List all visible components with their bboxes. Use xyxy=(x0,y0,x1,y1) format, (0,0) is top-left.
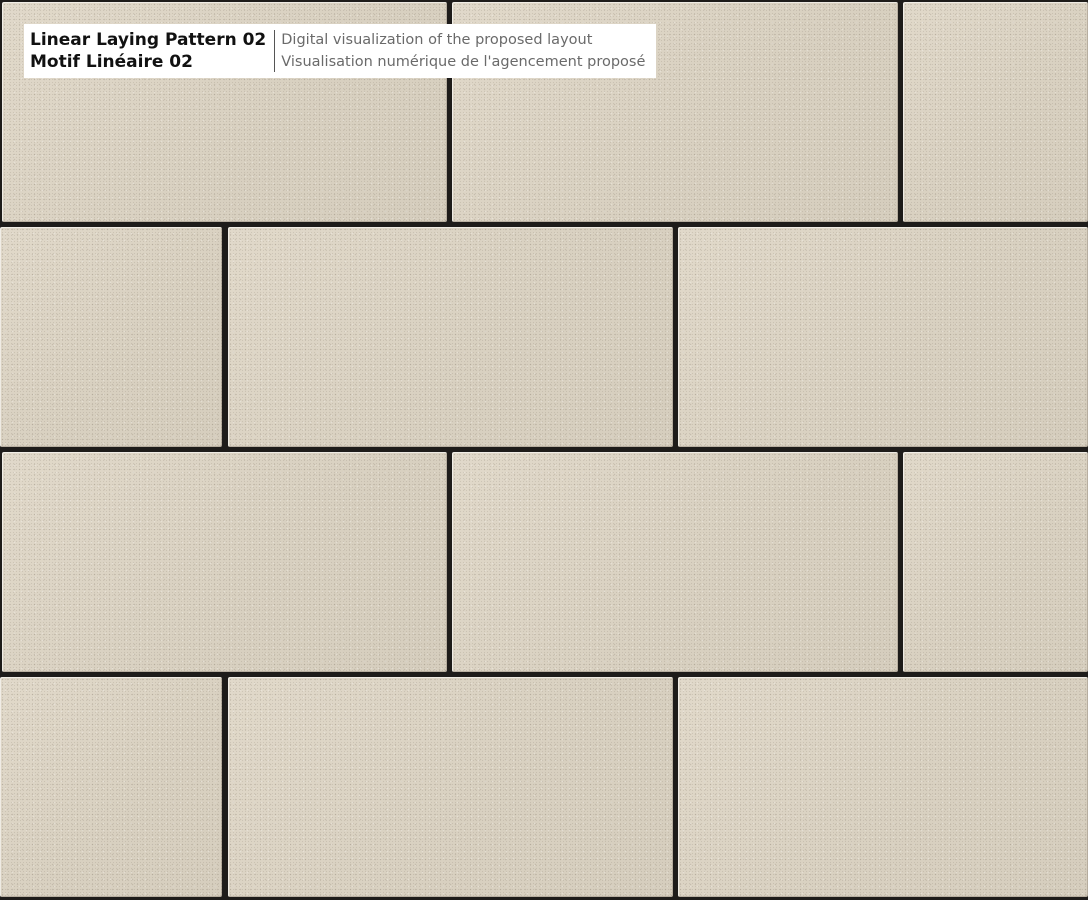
paving-visualization: Linear Laying Pattern 02 Motif Linéaire … xyxy=(0,0,1088,900)
caption-descriptions: Digital visualization of the proposed la… xyxy=(275,30,645,72)
paver-tile xyxy=(678,227,1088,447)
paver-tile xyxy=(903,2,1088,222)
paver-tile xyxy=(678,677,1088,897)
caption-title-english: Linear Laying Pattern 02 xyxy=(30,30,267,50)
paver-tile xyxy=(452,452,898,672)
caption-title-french: Motif Linéaire 02 xyxy=(30,52,193,72)
caption-titles: Linear Laying Pattern 02 Motif Linéaire … xyxy=(30,30,276,72)
caption-description-french: Visualisation numérique de l'agencement … xyxy=(281,54,646,70)
paver-tile xyxy=(903,452,1088,672)
caption-description-english: Digital visualization of the proposed la… xyxy=(281,32,593,48)
paver-tile xyxy=(0,677,222,897)
caption-box: Linear Laying Pattern 02 Motif Linéaire … xyxy=(24,24,656,78)
paver-tile xyxy=(228,677,673,897)
paver-tile xyxy=(0,227,222,447)
paver-tile xyxy=(228,227,673,447)
paver-tile xyxy=(2,452,447,672)
